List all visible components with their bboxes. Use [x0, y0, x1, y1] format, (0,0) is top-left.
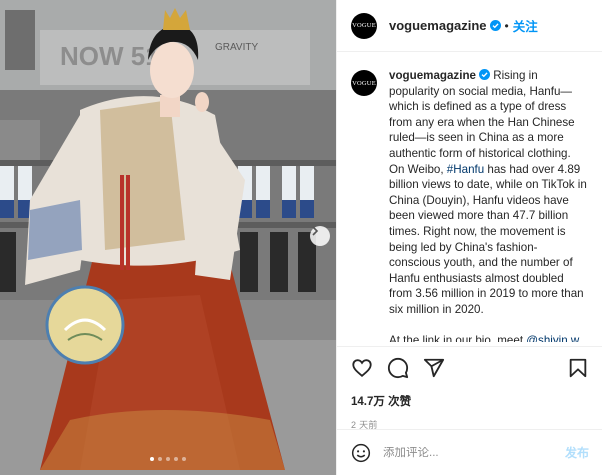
post-actions: 14.7万 次赞 2 天前 [337, 346, 602, 431]
caption-part1: Rising in popularity on social media, Ha… [389, 69, 575, 176]
comment-icon[interactable] [387, 357, 409, 379]
account-username[interactable]: voguemagazine [389, 18, 487, 33]
slide-indicator [0, 457, 336, 461]
post-header: VOGUE voguemagazine • 关注 [337, 0, 602, 52]
follow-button[interactable]: 关注 [513, 16, 538, 35]
slide-dot [158, 457, 162, 461]
caption-paragraph-2: At the link in our bio, meet @shiyin.w, … [389, 333, 589, 343]
verified-badge-icon [489, 20, 501, 31]
caption: VOGUE voguemagazine Rising in popularity… [351, 68, 589, 342]
post-comment-button[interactable]: 发布 [565, 444, 589, 461]
post-modal: NOW 51 GRAVITY VOGUE voguemagazine • 关注 … [0, 0, 602, 475]
verified-badge-icon [478, 69, 490, 80]
comment-bar: 发布 [337, 429, 602, 475]
photo-illustration: NOW 51 GRAVITY [0, 0, 336, 475]
backdrop-text: NOW 51 [60, 41, 160, 71]
emoji-icon[interactable] [351, 443, 371, 463]
slide-dot [174, 457, 178, 461]
mention-link[interactable]: @shiyin.w [526, 334, 578, 343]
caption-area: VOGUE voguemagazine Rising in popularity… [337, 52, 602, 342]
chevron-right-icon [312, 226, 319, 236]
caption-para2-part1: At the link in our bio, meet [389, 333, 527, 343]
account-avatar[interactable]: VOGUE [351, 12, 377, 39]
hashtag-link[interactable]: #Hanfu [447, 163, 484, 176]
bookmark-icon[interactable] [567, 357, 589, 379]
caption-text: voguemagazine Rising in popularity on so… [389, 68, 589, 342]
slide-dot [150, 457, 154, 461]
gravity-text: GRAVITY [215, 42, 258, 53]
slide-dot [182, 457, 186, 461]
post-photo[interactable]: NOW 51 GRAVITY [0, 0, 336, 475]
share-icon[interactable] [423, 357, 445, 379]
caption-username[interactable]: voguemagazine [389, 69, 476, 82]
slide-dot [166, 457, 170, 461]
likes-count[interactable]: 14.7万 次赞 [351, 393, 589, 409]
caption-part2: has had over 4.89 billion views to date,… [389, 162, 587, 316]
separator-dot: • [504, 18, 509, 33]
post-sidebar: VOGUE voguemagazine • 关注 VOGUE voguemaga… [336, 0, 602, 475]
heart-icon[interactable] [351, 357, 373, 379]
comment-input[interactable] [383, 446, 565, 459]
action-icons [351, 355, 589, 381]
next-slide-button[interactable] [310, 226, 330, 246]
caption-avatar[interactable]: VOGUE [351, 70, 377, 96]
